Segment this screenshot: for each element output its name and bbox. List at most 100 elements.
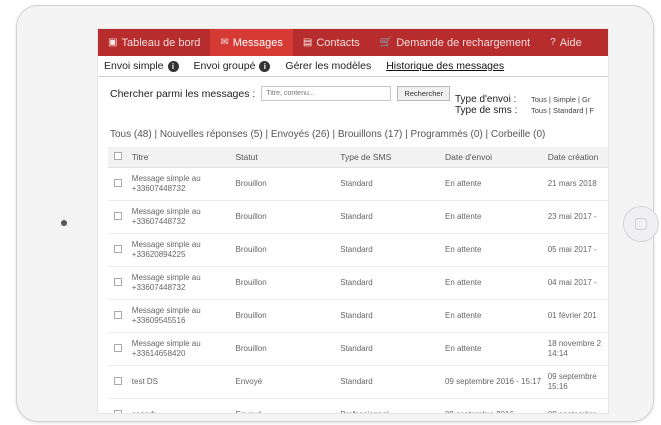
table-row[interactable]: test DS Envoyé Standard 09 septembre 2016 -… (108, 366, 608, 399)
table-row[interactable]: Message simple au +33614658420 Brouillon S… (108, 333, 608, 366)
subnav-item-4[interactable]: Historique des messages (380, 60, 513, 72)
cell-title: Message simple au +33614658420 (131, 339, 201, 358)
cell-title: Message simple au +33609545516 (131, 306, 201, 325)
search-row: Chercher parmi les messages : Rechercher (110, 86, 451, 101)
cell-date: En attente (444, 212, 482, 221)
row-checkbox-cell (108, 343, 132, 355)
table-row[interactable]: caperbEnvoyéProfessionnel09 septembre 20… (108, 399, 608, 413)
app-screen: ▣ Tableau de bord ✉ Messages ▤ Contacts 🛒 Deman… (97, 28, 609, 414)
subnav-item-label: Historique des messages (386, 60, 505, 72)
cell-type: Standard (340, 377, 373, 386)
nav-item-label: Demande de rechargement (396, 36, 531, 49)
nav-item-dashboard[interactable]: ▣ Tableau de bord (98, 29, 210, 56)
row-checkbox-cell (108, 310, 132, 322)
info-icon: i (167, 60, 179, 72)
cell-title: Message simple au +33607448732 (131, 174, 201, 193)
row-checkbox-cell (108, 178, 132, 190)
row-checkbox-cell (108, 211, 132, 223)
row-checkbox[interactable] (114, 409, 122, 413)
cell-date: En attente (444, 278, 482, 287)
cell-status: Brouillon (235, 278, 267, 287)
messages-table: Titre Statut Type de SMS Date d'envoi Date c… (108, 147, 608, 413)
column-header[interactable]: Type de SMS (340, 152, 445, 162)
cell-type: Standard (340, 278, 373, 287)
cell-status: Brouillon (235, 245, 267, 254)
tablet-frame: ▣ Tableau de bord ✉ Messages ▤ Contacts 🛒 Deman… (16, 5, 659, 422)
subnav-item-2[interactable]: Envoi groupé i (188, 60, 280, 72)
cell-title: Message simple au +33620894225 (131, 240, 201, 259)
cell-status: Envoyé (235, 377, 263, 386)
cell-created: 09 septembre (548, 410, 608, 413)
row-checkbox-cell (108, 409, 132, 413)
tablet-camera (61, 220, 67, 226)
cell-created: 18 novembre 2 14:14 (547, 339, 602, 358)
top-navigation: ▣ Tableau de bord ✉ Messages ▤ Contacts 🛒 Deman… (98, 29, 608, 56)
cell-date: 09 septembre 2016 - 15:17 (444, 377, 542, 386)
row-checkbox[interactable] (114, 211, 122, 220)
table-header: Titre Statut Type de SMS Date d'envoi Date c… (108, 147, 608, 168)
row-checkbox[interactable] (114, 178, 122, 187)
row-checkbox-cell (108, 376, 132, 388)
cell-date: En attente (444, 245, 482, 254)
cell-type: Standard (340, 212, 373, 221)
send-type-options[interactable]: Tous | Simple | Gr (531, 94, 590, 105)
row-checkbox[interactable] (114, 244, 122, 253)
filters: Type d'envoi : Tous | Simple | Gr Type d… (455, 94, 594, 116)
column-header[interactable]: Statut (236, 152, 341, 162)
table-body: Message simple au +33607448732 Brouillon S… (108, 168, 608, 413)
row-checkbox-cell (108, 244, 132, 256)
nav-item-label: Contacts (316, 36, 360, 49)
select-all-checkbox[interactable] (114, 152, 122, 160)
nav-item-envelope[interactable]: ✉ Messages (210, 29, 293, 56)
table-row[interactable]: Message simple au +33607448732 Brouillon S… (108, 168, 608, 201)
cell-date: 09 septembre 2016 - (445, 410, 548, 413)
cell-type: Standard (340, 344, 373, 353)
cell-title: Message simple au +33607448732 (131, 273, 201, 292)
row-checkbox-cell (108, 277, 132, 289)
cell-type: Standard (340, 311, 373, 320)
row-checkbox[interactable] (114, 376, 122, 385)
cell-status: Brouillon (235, 311, 267, 320)
dashboard-icon: ▣ (108, 37, 118, 48)
cell-created: 01 février 201 (547, 311, 597, 320)
table-row[interactable]: Message simple au +33609545516 Brouillon S… (108, 300, 608, 333)
help-icon: ? (550, 37, 556, 48)
subnav-item-label: Envoi simple (104, 60, 164, 72)
cell-date: En attente (444, 179, 482, 188)
table-row[interactable]: Message simple au +33607448732 Brouillon S… (108, 267, 608, 300)
row-checkbox[interactable] (114, 277, 122, 286)
cell-created: 04 mai 2017 - (547, 278, 597, 287)
search-input[interactable] (261, 86, 392, 101)
cell-status: Brouillon (235, 212, 267, 221)
cell-title: caperb (132, 410, 236, 413)
row-checkbox[interactable] (114, 310, 122, 319)
nav-item-label: Messages (232, 36, 283, 49)
table-row[interactable]: Message simple au +33620894225 Brouillon S… (108, 234, 608, 267)
message-filter-tabs[interactable]: Tous (48) | Nouvelles réponses (5) | Env… (110, 129, 545, 140)
subnav-item-label: Gérer les modèles (285, 60, 372, 72)
envelope-icon: ✉ (220, 37, 229, 48)
search-label: Chercher parmi les messages : (110, 87, 256, 100)
cell-type: Standard (340, 245, 373, 254)
column-header[interactable]: Titre (132, 152, 236, 162)
column-header[interactable]: Date d'envoi (445, 152, 548, 162)
select-all-checkbox-cell (108, 152, 132, 162)
nav-item-cart[interactable]: 🛒 Demande de rechargement (370, 29, 540, 56)
search-button[interactable]: Rechercher (397, 86, 451, 101)
nav-item-help[interactable]: ? Aide (540, 29, 592, 56)
table-row[interactable]: Message simple au +33607448732 Brouillon S… (108, 201, 608, 234)
nav-item-contacts[interactable]: ▤ Contacts (293, 29, 370, 56)
subnav-item-3[interactable]: Gérer les modèles (279, 60, 380, 72)
cell-type: Professionnel (340, 410, 445, 413)
cell-date: En attente (444, 344, 482, 353)
cell-created: 09 septembre 15:16 (547, 372, 597, 391)
sms-type-options[interactable]: Tous | Standard | F (531, 105, 594, 116)
info-icon: i (259, 60, 271, 72)
cell-created: 05 mai 2017 - (547, 245, 597, 254)
subnav-item-1[interactable]: Envoi simple i (98, 60, 188, 72)
nav-item-label: Tableau de bord (121, 36, 201, 49)
cell-status: Brouillon (235, 179, 267, 188)
column-header[interactable]: Date création (548, 152, 608, 162)
row-checkbox[interactable] (114, 343, 122, 352)
tablet-home-button (623, 206, 659, 242)
